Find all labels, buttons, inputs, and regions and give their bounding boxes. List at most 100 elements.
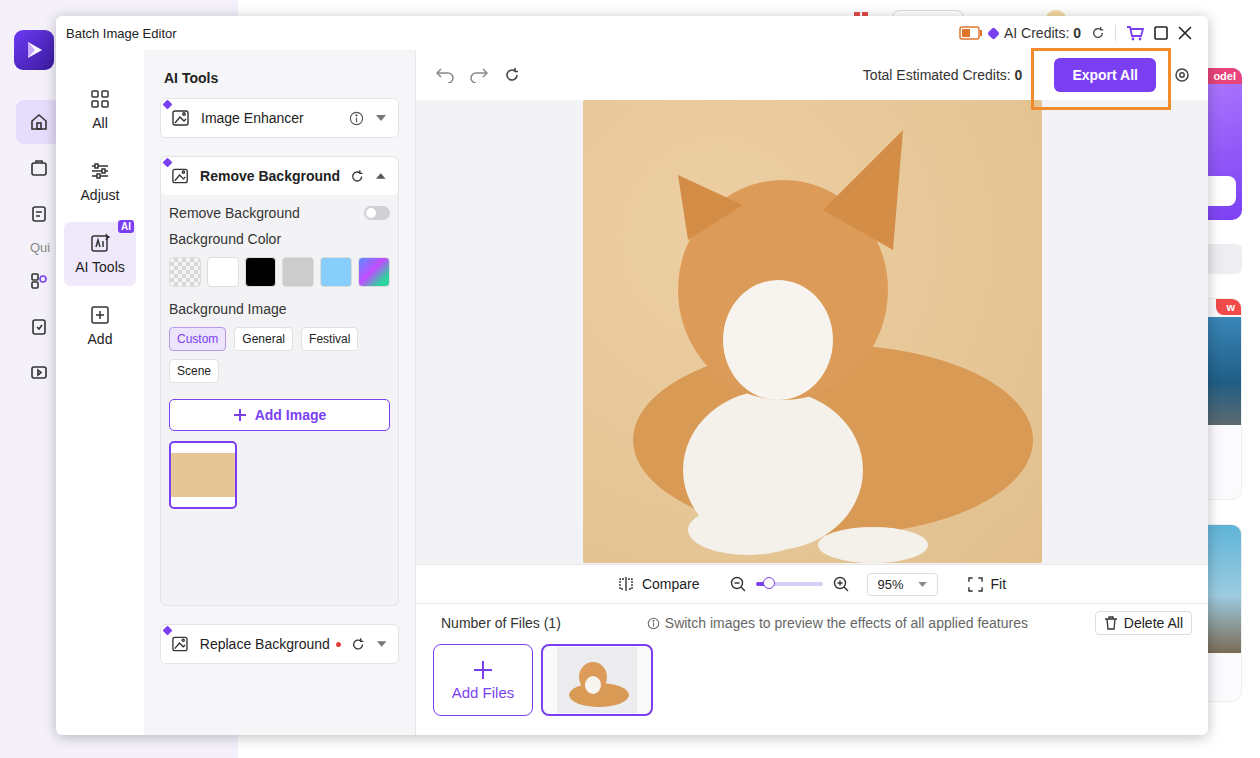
chevron-down-icon[interactable]	[377, 641, 386, 647]
host-nav-icon[interactable]	[16, 192, 60, 236]
host-quick-icon[interactable]	[16, 305, 60, 349]
refresh-icon[interactable]	[1091, 26, 1105, 40]
zoom-out-icon[interactable]	[730, 576, 746, 592]
delete-all-button[interactable]: Delete All	[1095, 611, 1192, 635]
nav-icon	[90, 233, 110, 253]
nav-item[interactable]: Adjust	[64, 150, 136, 214]
tool-icon	[171, 634, 190, 654]
color-swatch[interactable]	[207, 257, 239, 287]
undo-icon[interactable]	[436, 67, 454, 83]
ai-badge: AI	[118, 220, 134, 233]
export-all-button[interactable]: Export All	[1054, 58, 1156, 92]
editor-toolbar: Total Estimated Credits: 0 Export All	[416, 50, 1208, 100]
total-estimated-credits: Total Estimated Credits: 0	[863, 67, 1023, 83]
ai-credits: AI Credits: 0	[1004, 25, 1081, 41]
zoom-slider[interactable]	[756, 582, 823, 586]
category-chip[interactable]: Festival	[301, 327, 358, 351]
cart-icon[interactable]	[1126, 25, 1144, 41]
chevron-up-icon[interactable]	[376, 173, 386, 179]
color-swatch[interactable]	[320, 257, 352, 287]
tool-card: Replace Background	[160, 624, 399, 664]
nav-item[interactable]: AI AI Tools	[64, 222, 136, 286]
title-bar: Batch Image Editor AI Credits: 0	[56, 16, 1208, 50]
fit-button[interactable]: Fit	[968, 576, 1007, 592]
credit-gem-icon	[987, 27, 1000, 40]
nav-item[interactable]: All	[64, 78, 136, 142]
compare-icon	[618, 576, 634, 592]
add-files-button[interactable]: Add Files	[433, 644, 533, 716]
nav-label: All	[92, 115, 108, 131]
category-chip[interactable]: Scene	[169, 359, 219, 383]
host-quick-icon[interactable]	[16, 259, 60, 303]
new-dot	[336, 642, 341, 647]
tool-icon	[171, 166, 190, 186]
color-swatch[interactable]	[169, 257, 201, 287]
add-image-button[interactable]: Add Image	[169, 399, 390, 431]
files-count: Number of Files (1)	[441, 615, 561, 631]
nav-icon	[90, 161, 110, 181]
zoom-dropdown[interactable]: 95%	[867, 573, 938, 596]
ai-tools-panel: AI Tools Image Enhancer Remove Backgroun…	[144, 50, 416, 735]
zoom-bar: Compare 95% Fit	[416, 564, 1208, 603]
nav-icon	[90, 89, 110, 109]
reset-icon[interactable]	[351, 637, 365, 652]
plus-icon	[233, 408, 247, 422]
color-swatch[interactable]	[358, 257, 390, 287]
host-tag: w	[1216, 299, 1241, 315]
toggle-label: Remove Background	[169, 205, 300, 221]
fit-icon	[968, 577, 983, 592]
tool-header[interactable]: Replace Background	[161, 625, 398, 663]
batch-image-editor-window: Batch Image Editor AI Credits: 0 All Adj…	[56, 16, 1208, 735]
nav-label: AI Tools	[75, 259, 125, 275]
chevron-down-icon[interactable]	[376, 115, 386, 121]
tool-header[interactable]: Image Enhancer	[161, 99, 398, 137]
tool-card: Image Enhancer	[160, 98, 399, 138]
host-section-label: Qui	[14, 240, 50, 255]
host-nav-icon[interactable]	[16, 100, 60, 144]
tool-name: Image Enhancer	[201, 110, 304, 126]
remove-background-toggle[interactable]	[364, 206, 390, 220]
preview-canvas	[416, 100, 1208, 564]
file-thumbnail[interactable]	[541, 644, 653, 716]
files-section: Number of Files (1) Switch images to pre…	[416, 603, 1208, 735]
host-tag: odel	[1203, 68, 1242, 84]
trash-icon	[1104, 616, 1118, 630]
plus-icon	[473, 660, 493, 680]
color-swatch[interactable]	[245, 257, 277, 287]
info-icon	[647, 617, 660, 630]
nav-label: Add	[88, 331, 113, 347]
background-color-label: Background Color	[169, 231, 390, 247]
editor-area: Total Estimated Credits: 0 Export All Co…	[416, 50, 1208, 735]
zoom-in-icon[interactable]	[833, 576, 849, 592]
info-icon[interactable]	[349, 111, 364, 126]
chevron-down-icon	[918, 582, 927, 587]
color-swatch[interactable]	[282, 257, 314, 287]
tool-icon	[171, 108, 191, 128]
nav-label: Adjust	[81, 187, 120, 203]
tool-name: Remove Background	[200, 168, 340, 184]
app-logo-icon[interactable]	[14, 30, 54, 70]
nav-item[interactable]: Add	[64, 294, 136, 358]
nav-icon	[90, 305, 110, 325]
files-hint: Switch images to preview the effects of …	[647, 615, 1028, 631]
preview-image[interactable]	[583, 100, 1042, 563]
tool-card: Remove Background Remove Background Back…	[160, 156, 399, 606]
host-quick-icon[interactable]	[16, 351, 60, 395]
category-chip[interactable]: General	[234, 327, 293, 351]
maximize-icon[interactable]	[1154, 26, 1168, 40]
battery-icon[interactable]	[959, 26, 983, 40]
compare-button[interactable]: Compare	[618, 576, 700, 592]
remove-background-options: Remove Background Background Color Backg…	[161, 195, 398, 605]
tool-header[interactable]: Remove Background	[161, 157, 398, 195]
background-image-thumb[interactable]	[169, 441, 237, 509]
close-icon[interactable]	[1178, 26, 1192, 40]
desktop: Qui odel w Batch Image Editor AI Credits…	[0, 0, 1260, 758]
window-title: Batch Image Editor	[66, 26, 177, 41]
host-nav-icon[interactable]	[16, 146, 60, 190]
reset-all-icon[interactable]	[504, 67, 520, 83]
tool-name: Replace Background	[200, 636, 330, 652]
redo-icon[interactable]	[470, 67, 488, 83]
category-chip[interactable]: Custom	[169, 327, 226, 351]
settings-icon[interactable]	[1174, 67, 1190, 83]
reset-icon[interactable]	[350, 169, 364, 184]
